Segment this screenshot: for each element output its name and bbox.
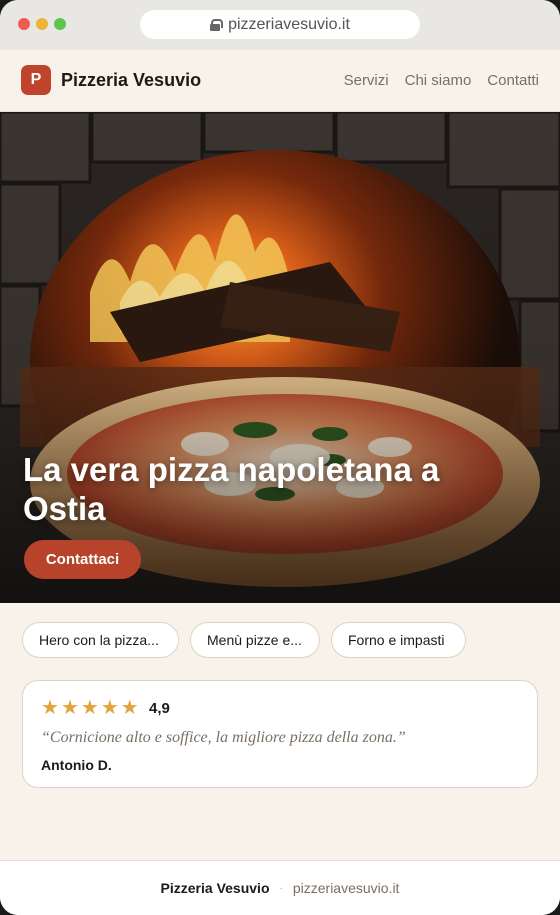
browser-window: pizzeriavesuvio.it P Pizzeria Vesuvio Se…: [0, 0, 560, 915]
star-icon: ★: [100, 697, 119, 719]
contact-button[interactable]: Contattaci: [24, 540, 141, 579]
hero-section: La vera pizza napoletana a Ostia Contatt…: [0, 112, 560, 603]
minimize-window-button[interactable]: [36, 18, 48, 30]
star-icon: ★: [41, 697, 59, 719]
hero-image: [0, 112, 560, 603]
review-author: Antonio D.: [41, 757, 112, 773]
chip-menu[interactable]: Menù pizze e...: [190, 622, 320, 658]
star-icon: ★: [80, 697, 99, 719]
site-header: P Pizzeria Vesuvio Servizi Chi siamo Con…: [0, 50, 560, 112]
footer-url[interactable]: pizzeriavesuvio.it: [293, 880, 400, 896]
site-footer: Pizzeria Vesuvio · pizzeriavesuvio.it: [0, 860, 560, 915]
section-chips: Hero con la pizza... Menù pizze e... For…: [22, 622, 466, 658]
nav-link-contatti[interactable]: Contatti: [487, 72, 539, 89]
nav-link-servizi[interactable]: Servizi: [344, 72, 389, 89]
logo[interactable]: P: [21, 65, 51, 95]
rating-value: 4,9: [149, 700, 170, 717]
review-card: ★ ★ ★ ★ ★ 4,9 “Cornicione alto e soffice…: [22, 680, 538, 788]
chip-forno[interactable]: Forno e impasti: [331, 622, 466, 658]
review-quote: “Cornicione alto e soffice, la migliore …: [41, 729, 406, 746]
hero-title: La vera pizza napoletana a Ostia: [23, 451, 440, 527]
chip-hero[interactable]: Hero con la pizza...: [22, 622, 179, 658]
footer-brand: Pizzeria Vesuvio: [160, 880, 270, 896]
address-bar[interactable]: pizzeriavesuvio.it: [140, 10, 420, 39]
star-icon: ★: [60, 697, 79, 719]
nav-link-chi-siamo[interactable]: Chi siamo: [405, 72, 472, 89]
maximize-window-button[interactable]: [54, 18, 66, 30]
rating-stars: ★ ★ ★ ★ ★: [41, 697, 139, 719]
browser-chrome: pizzeriavesuvio.it: [0, 0, 560, 50]
address-bar-url: pizzeriavesuvio.it: [228, 15, 350, 33]
lock-icon: [210, 18, 224, 31]
brand-name[interactable]: Pizzeria Vesuvio: [61, 70, 201, 91]
close-window-button[interactable]: [18, 18, 30, 30]
footer-separator: ·: [279, 882, 283, 894]
star-icon: ★: [120, 697, 139, 719]
main-nav: Servizi Chi siamo Contatti: [344, 72, 539, 89]
